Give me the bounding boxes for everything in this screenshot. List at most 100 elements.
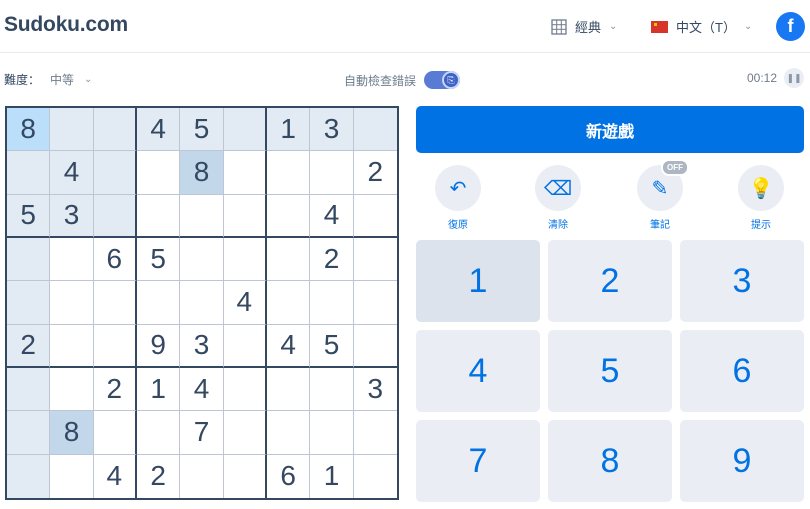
board-cell[interactable]: 4 [180,367,224,412]
board-cell[interactable] [180,194,224,238]
board-cell[interactable] [223,151,267,195]
board-cell[interactable]: 5 [7,194,51,238]
board-cell[interactable]: 8 [50,411,94,455]
board-cell[interactable] [180,454,224,498]
board-cell[interactable] [223,108,267,152]
board-cell[interactable] [7,237,51,282]
facebook-icon[interactable]: f [776,12,805,41]
number-key-8[interactable]: 8 [548,420,672,502]
board-cell[interactable] [180,281,224,325]
board-cell[interactable]: 3 [353,368,397,412]
board-cell[interactable] [50,324,94,368]
board-cell[interactable] [93,281,137,325]
board-cell[interactable]: 1 [310,454,354,498]
number-key-5[interactable]: 5 [548,330,672,412]
board-cell[interactable] [7,411,51,455]
board-cell[interactable] [93,324,137,368]
board-cell[interactable]: 7 [180,411,224,455]
board-cell[interactable] [353,325,397,368]
board-cell[interactable] [50,367,94,412]
difficulty-selector[interactable]: 難度： 中等 ⌄ [4,71,92,88]
board-cell[interactable]: 3 [310,108,354,152]
board-cell[interactable]: 1 [136,367,181,412]
board-cell[interactable] [50,454,94,498]
number-key-3[interactable]: 3 [680,240,804,322]
board-cell[interactable]: 5 [310,324,354,368]
board-cell[interactable]: 8 [180,151,224,195]
board-cell[interactable]: 5 [136,237,181,282]
board-cell[interactable]: 4 [136,108,181,152]
language-dropdown[interactable]: 中文（T） ⌄ [651,17,752,36]
board-cell[interactable] [310,281,354,325]
board-cell[interactable] [223,367,267,412]
autocheck-toggle[interactable]: ⎘ [424,71,461,89]
board-cell[interactable] [93,151,137,195]
board-cell[interactable] [50,237,94,282]
board-cell[interactable] [266,151,311,195]
board-cell[interactable] [353,281,397,325]
board-cell[interactable] [353,108,397,152]
board-cell[interactable] [136,281,181,325]
board-cell[interactable] [353,195,397,238]
board-cell[interactable]: 3 [180,324,224,368]
board-cell[interactable] [353,411,397,455]
board-cell[interactable] [136,151,181,195]
board-cell[interactable] [353,238,397,282]
board-cell[interactable]: 2 [7,324,51,368]
board-cell[interactable]: 6 [93,237,137,282]
board-cell[interactable] [223,411,267,455]
number-key-7[interactable]: 7 [416,420,540,502]
board-cell[interactable]: 9 [136,324,181,368]
board-cell[interactable]: 4 [310,194,354,238]
number-key-9[interactable]: 9 [680,420,804,502]
hint-button[interactable]: 💡 提示 [731,165,791,231]
board-cell[interactable]: 1 [266,108,311,152]
board-cell[interactable] [7,151,51,195]
board-cell[interactable] [7,281,51,325]
board-cell[interactable] [310,151,354,195]
mode-dropdown[interactable]: 經典 ⌄ [551,17,617,36]
board-cell[interactable]: 2 [137,454,181,498]
board-cell[interactable] [223,194,267,238]
new-game-button[interactable]: 新遊戲 [416,106,804,153]
board-cell[interactable] [266,411,311,455]
board-cell[interactable]: 6 [267,454,311,498]
undo-button[interactable]: ↶ 復原 [428,165,488,231]
logo[interactable]: Sudoku.com [4,13,128,37]
board-cell[interactable] [266,237,311,282]
pause-icon[interactable]: ❚❚ [784,68,804,88]
board-cell[interactable] [93,194,137,238]
board-cell[interactable] [93,108,137,152]
board-cell[interactable]: 2 [310,237,354,282]
notes-button[interactable]: ✎ OFF 筆記 [630,159,690,231]
board-cell[interactable] [354,455,397,498]
board-cell[interactable] [7,367,51,412]
board-cell[interactable]: 5 [180,108,224,152]
board-cell[interactable] [266,194,311,238]
board-cell[interactable] [7,454,51,498]
board-cell[interactable] [136,411,181,455]
board-cell[interactable]: 2 [93,367,137,412]
board-cell[interactable] [223,324,267,368]
board-cell[interactable]: 4 [50,151,94,195]
board-cell[interactable] [50,281,94,325]
number-key-2[interactable]: 2 [548,240,672,322]
erase-button[interactable]: ⌫ 清除 [528,165,588,231]
board-cell[interactable]: 4 [223,281,267,325]
board-cell[interactable] [310,411,354,455]
board-cell[interactable]: 4 [94,454,137,498]
number-key-6[interactable]: 6 [680,330,804,412]
board-cell[interactable]: 8 [7,108,51,152]
board-cell[interactable] [93,411,137,455]
board-cell[interactable] [136,194,181,238]
board-cell[interactable] [50,108,94,152]
board-cell[interactable]: 4 [266,324,311,368]
board-cell[interactable] [310,367,354,412]
board-cell[interactable]: 3 [50,194,94,238]
number-key-1[interactable]: 1 [416,240,540,322]
board-cell[interactable] [180,237,224,282]
number-key-4[interactable]: 4 [416,330,540,412]
board-cell[interactable] [266,281,311,325]
board-cell[interactable]: 2 [353,151,397,195]
board-cell[interactable] [224,454,267,498]
